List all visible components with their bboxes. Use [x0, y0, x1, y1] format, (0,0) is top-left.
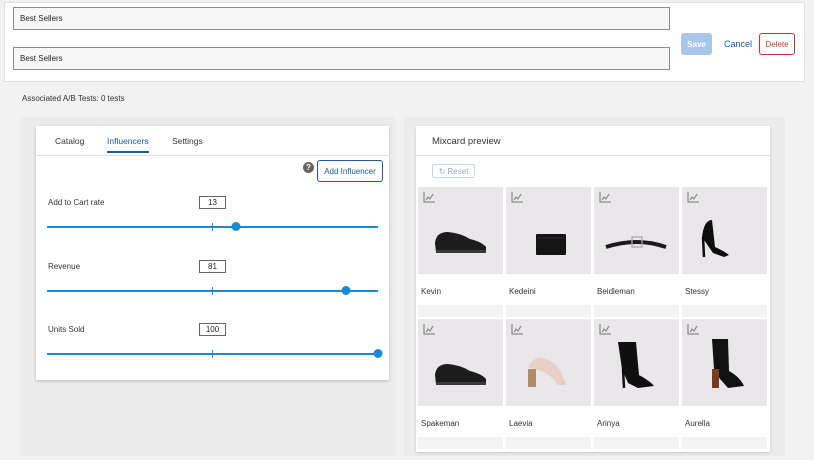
product-image: [594, 187, 679, 274]
product-footer: [506, 305, 591, 317]
product-tile[interactable]: Spakeman: [418, 319, 503, 449]
mixcard-preview-card: Mixcard preview ↻ Reset Kevin Kedeini Beid…: [416, 126, 770, 452]
tab-influencers[interactable]: Influencers: [107, 136, 149, 153]
refresh-icon: ↻: [438, 166, 446, 176]
cancel-button[interactable]: Cancel: [721, 33, 755, 55]
tab-bar: Catalog Influencers Settings: [36, 126, 389, 156]
product-image: [506, 319, 591, 406]
product-footer: [682, 437, 767, 449]
product-name: Kevin: [421, 287, 442, 296]
slider-track[interactable]: [47, 222, 378, 231]
slider-thumb[interactable]: [231, 222, 241, 231]
product-footer: [418, 437, 503, 449]
product-tile[interactable]: Kevin: [418, 187, 503, 317]
header-panel: Best Sellers Best Sellers Save Cancel De…: [4, 2, 805, 82]
belt-image: [594, 236, 679, 276]
wallet-image: [506, 234, 591, 276]
title-input[interactable]: Best Sellers: [13, 7, 670, 30]
product-footer: [506, 437, 591, 449]
product-name: Arinya: [597, 419, 620, 428]
product-tile[interactable]: Kedeini: [506, 187, 591, 317]
help-icon[interactable]: ?: [303, 162, 314, 173]
block-heel-sandal-image: [506, 357, 591, 408]
block-heel-bootie-image: [682, 339, 767, 408]
product-tile[interactable]: Beidleman: [594, 187, 679, 317]
product-image: [418, 319, 503, 406]
reset-label: Reset: [447, 166, 469, 176]
slider-center-tick: [212, 350, 213, 358]
product-tile[interactable]: Laevia: [506, 319, 591, 449]
oxford-shoe-image: [418, 232, 503, 276]
slider-thumb[interactable]: [341, 286, 351, 295]
product-image: [682, 187, 767, 274]
product-name: Spakeman: [421, 419, 460, 428]
slider-center-tick: [212, 223, 213, 231]
slider-value-input[interactable]: 13: [199, 196, 226, 209]
slider-value-input[interactable]: 100: [199, 323, 226, 336]
product-name: Aurella: [685, 419, 710, 428]
add-influencer-button[interactable]: Add Influencer: [317, 160, 383, 182]
tab-settings[interactable]: Settings: [172, 136, 203, 151]
ab-tests-label: Associated A/B Tests: 0 tests: [22, 94, 125, 103]
product-name: Laevia: [509, 419, 533, 428]
influencers-card: Catalog Influencers Settings ? Add Influ…: [36, 126, 389, 380]
reset-button[interactable]: ↻ Reset: [432, 164, 475, 178]
product-name: Stessy: [685, 287, 710, 296]
stiletto-bootie-image: [594, 342, 679, 408]
oxford-shoe-image: [418, 364, 503, 408]
slider-track[interactable]: [47, 286, 378, 295]
slider-value-input[interactable]: 81: [199, 260, 226, 273]
product-tile[interactable]: Aurella: [682, 319, 767, 449]
slider-label: Units Sold: [48, 325, 85, 334]
product-image: [418, 187, 503, 274]
preview-title: Mixcard preview: [432, 136, 501, 147]
tab-catalog[interactable]: Catalog: [55, 136, 84, 151]
product-image: [682, 319, 767, 406]
stiletto-pump-image: [682, 220, 767, 276]
slider-track[interactable]: [47, 349, 383, 358]
description-input[interactable]: Best Sellers: [13, 47, 670, 70]
product-name: Beidleman: [597, 287, 635, 296]
slider-label: Revenue: [48, 262, 81, 271]
product-image: [506, 187, 591, 274]
delete-button[interactable]: Delete: [759, 33, 795, 55]
divider: [416, 155, 770, 156]
save-button[interactable]: Save: [681, 33, 712, 55]
slider-thumb[interactable]: [373, 349, 383, 358]
product-footer: [682, 305, 767, 317]
product-image: [594, 319, 679, 406]
slider-center-tick: [212, 287, 213, 295]
product-tile[interactable]: Stessy: [682, 187, 767, 317]
slider-label: Add to Cart rate: [48, 198, 105, 207]
product-footer: [594, 305, 679, 317]
product-footer: [594, 437, 679, 449]
product-footer: [418, 305, 503, 317]
product-name: Kedeini: [509, 287, 536, 296]
product-tile[interactable]: Arinya: [594, 319, 679, 449]
